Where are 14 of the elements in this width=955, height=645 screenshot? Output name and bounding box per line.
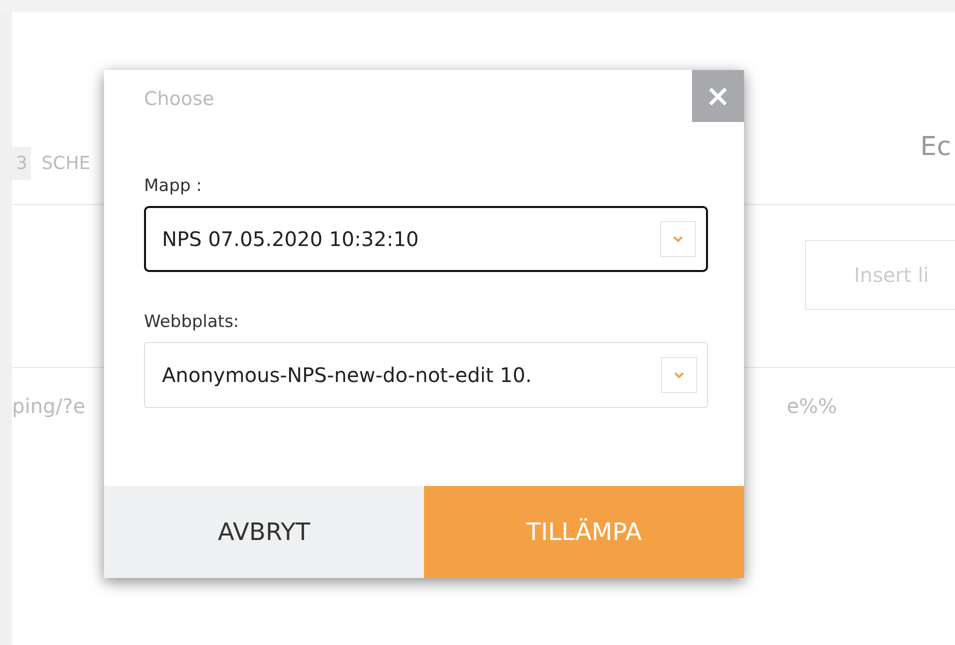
url-text: ping/?e (12, 394, 86, 418)
cancel-button[interactable]: AVBRYT (104, 486, 424, 578)
dialog-title: Choose (144, 88, 214, 110)
field-label: Mapp : (144, 176, 203, 196)
field-label: Webbplats: (144, 312, 240, 332)
apply-button[interactable]: TILLÄMPA (424, 486, 744, 578)
url-text: e%% (786, 394, 837, 418)
dropdown-field[interactable]: Anonymous-NPS-new-do-not-edit 10. (144, 342, 708, 408)
chevron-icon[interactable] (661, 357, 697, 393)
tab-label[interactable]: SCHE (41, 153, 90, 174)
header-text: Ec (920, 132, 951, 162)
close-button[interactable]: × (692, 70, 744, 122)
chevron-icon[interactable] (660, 221, 696, 257)
dropdown-field[interactable]: NPS 07.05.2020 10:32:10 (144, 206, 708, 272)
